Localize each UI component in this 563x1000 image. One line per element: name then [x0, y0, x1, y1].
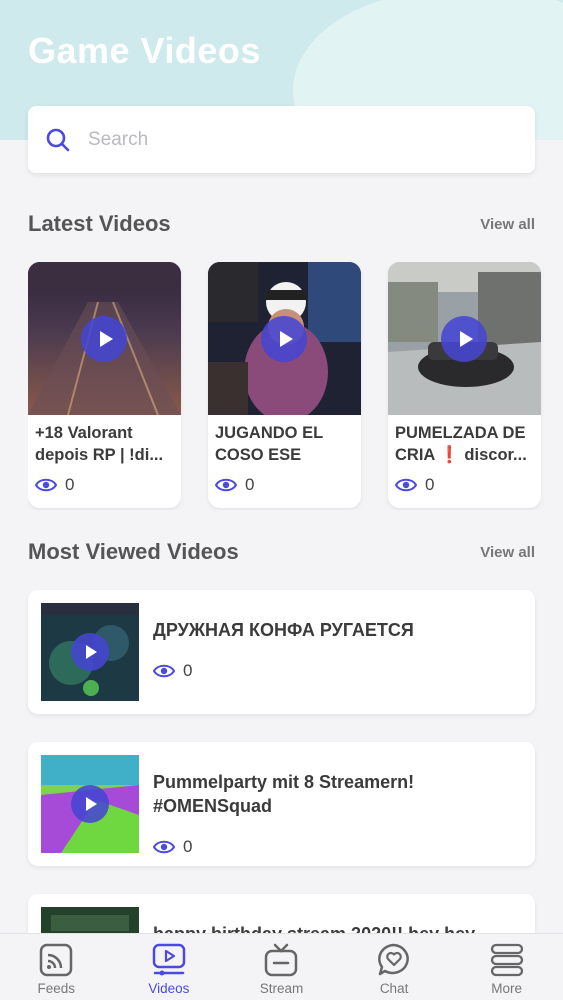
video-title: PUMELZADA DE CRIA ❗ discor... [395, 424, 527, 464]
videos-icon [152, 943, 186, 976]
latest-videos-title: Latest Videos [28, 211, 171, 236]
view-count-value: 0 [425, 475, 435, 494]
latest-videos-header: Latest Videos View all [28, 211, 535, 237]
eye-icon [395, 478, 417, 492]
list-item[interactable]: Pummelparty mit 8 Streamern! #OMENSquad … [28, 742, 535, 866]
nav-label-videos: Videos [148, 981, 190, 996]
chat-icon [378, 943, 409, 976]
video-card[interactable]: JUGANDO EL COSO ESE 0 [208, 262, 361, 508]
most-viewed-title: Most Viewed Videos [28, 539, 239, 564]
view-count: 0 [395, 475, 434, 495]
view-count: 0 [35, 475, 74, 495]
search-input[interactable] [88, 128, 488, 151]
view-count-value: 0 [65, 475, 75, 494]
nav-label-stream: Stream [259, 981, 304, 996]
play-icon[interactable] [261, 316, 307, 362]
nav-label-chat: Chat [379, 981, 409, 996]
nav-item-stream[interactable]: Stream [225, 934, 338, 1000]
bottom-nav: Feeds Videos Stream Chat More [0, 933, 563, 1000]
nav-label-more: More [491, 981, 523, 996]
more-icon [490, 943, 523, 977]
video-card[interactable]: +18 Valorant depois RP | !di... 0 [28, 262, 181, 508]
play-icon[interactable] [81, 316, 127, 362]
search-icon [28, 106, 88, 173]
view-count-value: 0 [183, 661, 193, 680]
video-thumbnail [208, 262, 361, 415]
video-title: +18 Valorant depois RP | !di... [35, 424, 164, 464]
latest-view-all-link[interactable]: View all [480, 216, 535, 233]
video-title: Pummelparty mit 8 Streamern! #OMENSquad [153, 772, 415, 816]
latest-videos-carousel[interactable]: +18 Valorant depois RP | !di... 0 JUGAND… [28, 262, 563, 510]
eye-icon [153, 664, 175, 678]
play-icon[interactable] [441, 316, 487, 362]
eye-icon [35, 478, 57, 492]
most-viewed-view-all-link[interactable]: View all [480, 544, 535, 561]
eye-icon [215, 478, 237, 492]
nav-item-videos[interactable]: Videos [113, 934, 226, 1000]
page-title: Game Videos [28, 30, 261, 71]
video-card[interactable]: PUMELZADA DE CRIA ❗ discor... 0 [388, 262, 541, 508]
video-thumbnail [28, 262, 181, 415]
list-item[interactable]: ДРУЖНАЯ КОНФА РУГАЕТСЯ 0 [28, 590, 535, 714]
video-title: ДРУЖНАЯ КОНФА РУГАЕТСЯ [153, 620, 414, 640]
view-count-value: 0 [183, 837, 193, 856]
video-thumbnail [41, 603, 139, 701]
nav-item-more[interactable]: More [450, 934, 563, 1000]
search-bar[interactable] [28, 106, 535, 173]
video-thumbnail [41, 755, 139, 853]
view-count: 0 [215, 475, 254, 495]
view-count-value: 0 [245, 475, 255, 494]
play-icon[interactable] [71, 633, 109, 671]
view-count: 0 [153, 837, 192, 857]
video-title: JUGANDO EL COSO ESE [215, 424, 323, 464]
video-thumbnail [388, 262, 541, 415]
feeds-icon [40, 943, 73, 977]
stream-icon [265, 943, 298, 977]
play-icon[interactable] [71, 785, 109, 823]
nav-item-chat[interactable]: Chat [338, 934, 451, 1000]
nav-item-feeds[interactable]: Feeds [0, 934, 113, 1000]
eye-icon [153, 840, 175, 854]
most-viewed-header: Most Viewed Videos View all [28, 539, 535, 565]
nav-label-feeds: Feeds [37, 981, 76, 996]
view-count: 0 [153, 661, 192, 681]
